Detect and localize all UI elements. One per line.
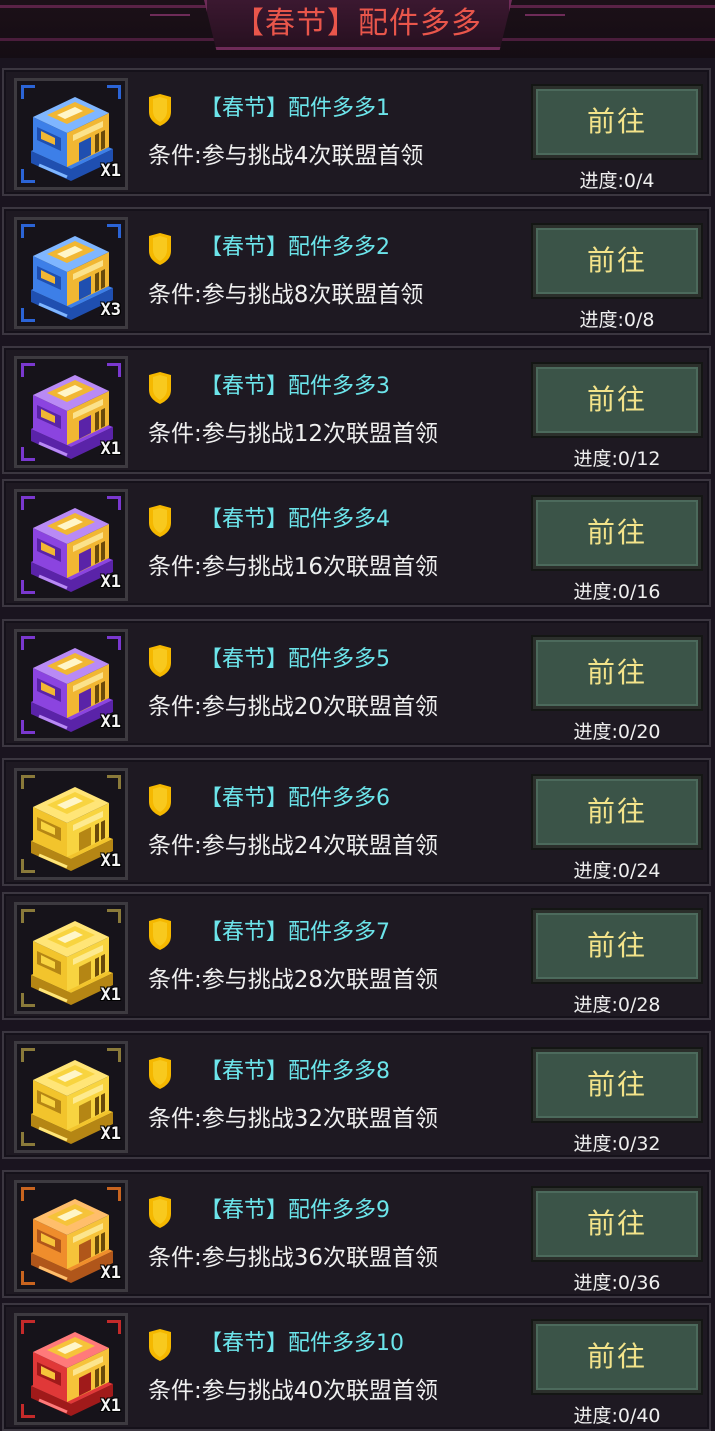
task-title: 【春节】配件多多7: [200, 920, 390, 945]
go-button[interactable]: 前往: [531, 84, 703, 160]
shield-icon: [147, 94, 173, 126]
go-button-label: 前往: [536, 1191, 698, 1257]
go-button[interactable]: 前往: [531, 1047, 703, 1123]
task-progress: 进度:0/16: [573, 581, 661, 603]
reward-quantity: X1: [100, 161, 121, 181]
task-progress: 进度:0/12: [573, 448, 661, 470]
header-bar: 【春节】配件多多: [0, 0, 715, 58]
shield-icon: [147, 918, 173, 950]
task-condition: 条件:参与挑战32次联盟首领: [148, 1106, 439, 1132]
go-button-label: 前往: [536, 228, 698, 294]
reward-quantity: X1: [100, 1396, 121, 1416]
task-title: 【春节】配件多多1: [200, 96, 390, 121]
reward-icon-frame[interactable]: X1: [14, 902, 128, 1014]
reward-icon-frame[interactable]: X1: [14, 629, 128, 741]
shield-icon: [147, 645, 173, 677]
task-condition: 条件:参与挑战36次联盟首领: [148, 1245, 439, 1271]
go-button[interactable]: 前往: [531, 1319, 703, 1395]
task-condition: 条件:参与挑战20次联盟首领: [148, 694, 439, 720]
task-row: X1 【春节】配件多多10 条件:参与挑战40次联盟首领 前往 进度:0/40: [2, 1303, 711, 1431]
task-title: 【春节】配件多多8: [200, 1059, 390, 1084]
header-decoration: [150, 14, 190, 34]
task-title: 【春节】配件多多3: [200, 374, 390, 399]
shield-icon: [147, 233, 173, 265]
task-condition: 条件:参与挑战12次联盟首领: [148, 421, 439, 447]
task-condition: 条件:参与挑战24次联盟首领: [148, 833, 439, 859]
go-button-label: 前往: [536, 779, 698, 845]
reward-quantity: X1: [100, 712, 121, 732]
task-condition: 条件:参与挑战4次联盟首领: [148, 143, 424, 169]
task-condition: 条件:参与挑战16次联盟首领: [148, 554, 439, 580]
task-row: X1 【春节】配件多多5 条件:参与挑战20次联盟首领 前往 进度:0/20: [2, 619, 711, 747]
go-button[interactable]: 前往: [531, 774, 703, 850]
reward-icon-frame[interactable]: X1: [14, 1041, 128, 1153]
reward-icon-frame[interactable]: X1: [14, 489, 128, 601]
go-button-label: 前往: [536, 1052, 698, 1118]
go-button-label: 前往: [536, 640, 698, 706]
task-row: X1 【春节】配件多多1 条件:参与挑战4次联盟首领 前往 进度:0/4: [2, 68, 711, 196]
task-row: X1 【春节】配件多多8 条件:参与挑战32次联盟首领 前往 进度:0/32: [2, 1031, 711, 1159]
reward-quantity: X1: [100, 572, 121, 592]
task-progress: 进度:0/4: [579, 170, 655, 192]
reward-quantity: X1: [100, 851, 121, 871]
task-condition: 条件:参与挑战8次联盟首领: [148, 282, 424, 308]
go-button-label: 前往: [536, 500, 698, 566]
task-progress: 进度:0/28: [573, 994, 661, 1016]
event-task-panel: 【春节】配件多多 X1 【春节】配件多多1 条件:参与挑战4次联盟首领 前往 进…: [0, 0, 715, 1431]
task-title: 【春节】配件多多10: [200, 1331, 404, 1356]
page-title: 【春节】配件多多: [234, 6, 482, 41]
go-button-label: 前往: [536, 1324, 698, 1390]
go-button[interactable]: 前往: [531, 635, 703, 711]
go-button[interactable]: 前往: [531, 908, 703, 984]
task-row: X1 【春节】配件多多6 条件:参与挑战24次联盟首领 前往 进度:0/24: [2, 758, 711, 886]
go-button[interactable]: 前往: [531, 495, 703, 571]
task-progress: 进度:0/20: [573, 721, 661, 743]
task-title: 【春节】配件多多9: [200, 1198, 390, 1223]
reward-quantity: X1: [100, 1263, 121, 1283]
task-condition: 条件:参与挑战28次联盟首领: [148, 967, 439, 993]
reward-icon-frame[interactable]: X1: [14, 356, 128, 468]
reward-quantity: X1: [100, 1124, 121, 1144]
reward-icon-frame[interactable]: X1: [14, 768, 128, 880]
go-button-label: 前往: [536, 367, 698, 433]
task-row: X3 【春节】配件多多2 条件:参与挑战8次联盟首领 前往 进度:0/8: [2, 207, 711, 335]
task-row: X1 【春节】配件多多4 条件:参与挑战16次联盟首领 前往 进度:0/16: [2, 479, 711, 607]
shield-icon: [147, 1329, 173, 1361]
reward-quantity: X1: [100, 439, 121, 459]
reward-quantity: X1: [100, 985, 121, 1005]
task-title: 【春节】配件多多4: [200, 507, 390, 532]
go-button[interactable]: 前往: [531, 1186, 703, 1262]
go-button-label: 前往: [536, 913, 698, 979]
task-title: 【春节】配件多多5: [200, 647, 390, 672]
task-row: X1 【春节】配件多多9 条件:参与挑战36次联盟首领 前往 进度:0/36: [2, 1170, 711, 1298]
task-row: X1 【春节】配件多多7 条件:参与挑战28次联盟首领 前往 进度:0/28: [2, 892, 711, 1020]
reward-icon-frame[interactable]: X1: [14, 78, 128, 190]
task-row: X1 【春节】配件多多3 条件:参与挑战12次联盟首领 前往 进度:0/12: [2, 346, 711, 474]
shield-icon: [147, 372, 173, 404]
go-button[interactable]: 前往: [531, 362, 703, 438]
reward-icon-frame[interactable]: X1: [14, 1313, 128, 1425]
task-title: 【春节】配件多多2: [200, 235, 390, 260]
go-button[interactable]: 前往: [531, 223, 703, 299]
go-button-label: 前往: [536, 89, 698, 155]
task-progress: 进度:0/40: [573, 1405, 661, 1427]
reward-icon-frame[interactable]: X3: [14, 217, 128, 329]
reward-quantity: X3: [100, 300, 121, 320]
shield-icon: [147, 1057, 173, 1089]
task-progress: 进度:0/36: [573, 1272, 661, 1294]
task-condition: 条件:参与挑战40次联盟首领: [148, 1378, 439, 1404]
task-progress: 进度:0/32: [573, 1133, 661, 1155]
reward-icon-frame[interactable]: X1: [14, 1180, 128, 1292]
task-progress: 进度:0/8: [579, 309, 655, 331]
shield-icon: [147, 1196, 173, 1228]
header-decoration: [525, 14, 565, 34]
shield-icon: [147, 505, 173, 537]
shield-icon: [147, 784, 173, 816]
task-progress: 进度:0/24: [573, 860, 661, 882]
task-title: 【春节】配件多多6: [200, 786, 390, 811]
